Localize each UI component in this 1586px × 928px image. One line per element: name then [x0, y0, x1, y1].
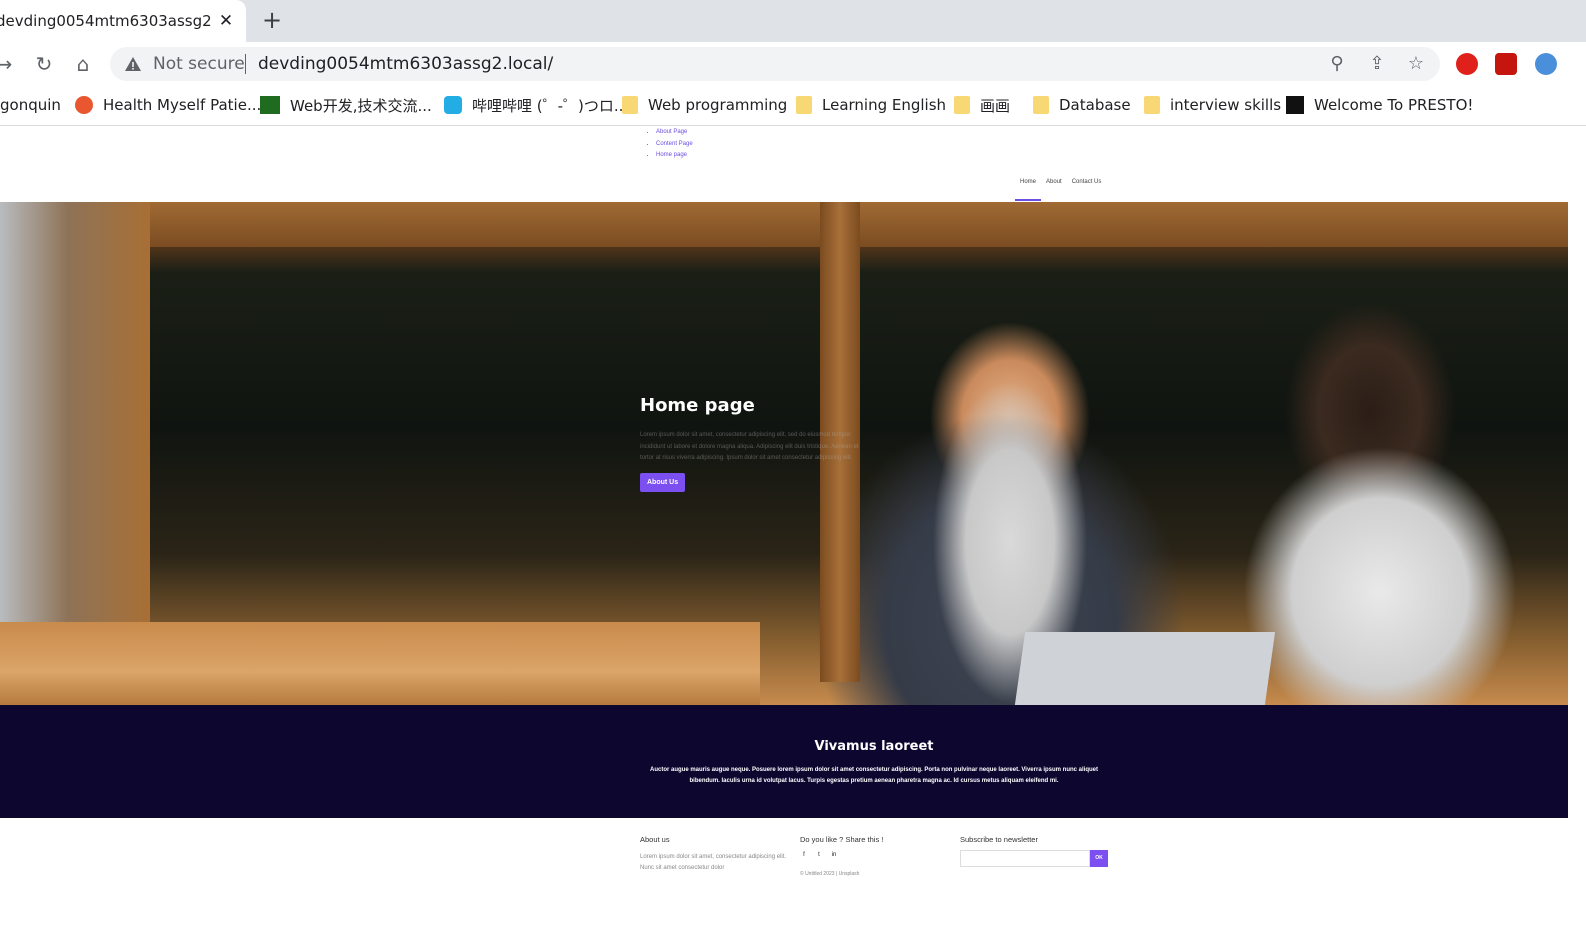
bookmark-folder[interactable]: 画画 [954, 94, 1010, 116]
main-nav: Home About Contact Us [1015, 176, 1106, 201]
star-icon[interactable]: ☆ [1406, 54, 1426, 74]
bookmark-item[interactable]: Web开发,技术交流... [260, 94, 432, 116]
footer-about-title: About us [640, 835, 670, 844]
hero-text: Lorem ipsum dolor sit amet, consectetur … [640, 432, 859, 461]
newsletter-submit-button[interactable]: OK [1090, 850, 1108, 867]
hero-banner: Home page Lorem ipsum dolor sit amet, co… [0, 202, 1568, 705]
footer-share-title: Do you like ? Share this ! [800, 835, 884, 844]
footer-newsletter: Subscribe to newsletter OK [960, 835, 1120, 875]
footer-share: Do you like ? Share this ! f t in © Unti… [800, 835, 883, 877]
folder-icon [622, 96, 638, 114]
about-us-button[interactable]: About Us [640, 472, 686, 492]
bookmark-label: Learning English [822, 96, 947, 114]
sitemap-list: About Page Content Page Home page [646, 127, 693, 162]
new-tab-button[interactable]: + [260, 8, 284, 32]
bookmark-item[interactable]: gonquin [0, 94, 61, 116]
band-title: Vivamus laoreet [814, 739, 934, 754]
bookmark-item[interactable]: Health Myself Patie... [75, 94, 261, 116]
folder-icon [1144, 96, 1160, 114]
share-icon[interactable]: ⇪ [1367, 54, 1387, 74]
browser-toolbar: → ↻ ⌂ Not secure devding0054mtm6303assg2… [0, 42, 1586, 86]
sitemap-link-content[interactable]: Content Page [656, 139, 693, 151]
sitemap-link-about[interactable]: About Page [656, 127, 693, 139]
bookmark-label: gonquin [0, 96, 61, 114]
omnibox-divider [245, 54, 246, 74]
adblock-extension-icon[interactable] [1456, 53, 1478, 75]
pdf-extension-icon[interactable] [1495, 53, 1517, 75]
hero-photo-table [0, 622, 760, 705]
nav-home[interactable]: Home [1015, 176, 1042, 201]
security-label[interactable]: Not secure [153, 54, 245, 74]
bookmark-item[interactable]: 哔哩哔哩 (゜-゜)つロ... [444, 94, 628, 116]
tab-title: devding0054mtm6303assg2.local/ [0, 12, 211, 30]
bookmark-item[interactable]: Welcome To PRESTO! [1286, 94, 1473, 116]
nav-contact[interactable]: Contact Us [1067, 176, 1107, 201]
info-band: Vivamus laoreet Auctor augue mauris augu… [0, 705, 1568, 818]
bookmark-label: Welcome To PRESTO! [1314, 96, 1474, 114]
folder-icon [1033, 96, 1049, 114]
bookmark-label: Health Myself Patie... [103, 96, 262, 114]
bookmark-label: 画画 [980, 96, 1011, 115]
bookmark-folder[interactable]: Learning English [796, 94, 946, 116]
bookmark-label: 哔哩哔哩 (゜-゜)つロ... [472, 96, 629, 115]
copyright: © Untitled 2023 | Unsplash [800, 871, 860, 877]
bookmark-folder[interactable]: Web programming [622, 94, 787, 116]
folder-icon [954, 96, 970, 114]
facebook-icon[interactable]: f [800, 852, 808, 858]
page-viewport: About Page Content Page Home page Home A… [0, 127, 1586, 928]
home-icon[interactable]: ⌂ [71, 52, 95, 76]
zoom-icon[interactable]: ⚲ [1327, 54, 1347, 74]
presto-icon [1286, 96, 1304, 114]
close-icon[interactable]: ✕ [216, 11, 236, 31]
bookmark-folder[interactable]: Database [1033, 94, 1131, 116]
newsletter-title: Subscribe to newsletter [960, 835, 1038, 844]
bookmarks-bar: gonquin Health Myself Patie... Web开发,技术交… [0, 86, 1586, 126]
translate-extension-icon[interactable] [1535, 53, 1557, 75]
hero-photo-beam [0, 202, 1568, 247]
reload-icon[interactable]: ↻ [32, 52, 56, 76]
nav-about[interactable]: About [1041, 176, 1067, 201]
address-bar[interactable]: Not secure devding0054mtm6303assg2.local… [110, 47, 1440, 81]
twitter-icon[interactable]: t [815, 852, 823, 858]
bookmark-folder[interactable]: interview skills [1144, 94, 1281, 116]
folder-icon [796, 96, 812, 114]
band-text: Auctor augue mauris augue neque. Posuere… [650, 767, 1098, 784]
sitemap-link-home[interactable]: Home page [656, 150, 693, 162]
forward-icon[interactable]: → [0, 52, 16, 76]
hero-content: Home page Lorem ipsum dolor sit amet, co… [640, 395, 860, 492]
bookmark-label: Web开发,技术交流... [290, 96, 432, 115]
linkedin-icon[interactable]: in [830, 852, 838, 858]
url-text[interactable]: devding0054mtm6303assg2.local/ [258, 54, 553, 74]
bookmark-label: Web programming [648, 96, 788, 114]
browser-tab[interactable]: devding0054mtm6303assg2.local/ ✕ [0, 0, 246, 42]
site-footer: About us Lorem ipsum dolor sit amet, con… [0, 818, 1568, 928]
bookmark-label: Database [1059, 96, 1131, 114]
footer-about: About us Lorem ipsum dolor sit amet, con… [640, 835, 790, 873]
hero-photo-laptop [1014, 632, 1276, 705]
fc-site-icon [260, 96, 280, 114]
bilibili-icon [444, 96, 462, 114]
tab-strip: devding0054mtm6303assg2.local/ ✕ + [0, 0, 1586, 42]
hero-title: Home page [640, 395, 755, 416]
health-site-icon [75, 96, 93, 114]
bookmark-label: interview skills [1170, 96, 1282, 114]
footer-about-text: Lorem ipsum dolor sit amet, consectetur … [640, 854, 787, 871]
warning-icon [125, 57, 141, 71]
social-links: f t in [800, 852, 883, 858]
newsletter-email-input[interactable] [960, 850, 1090, 867]
